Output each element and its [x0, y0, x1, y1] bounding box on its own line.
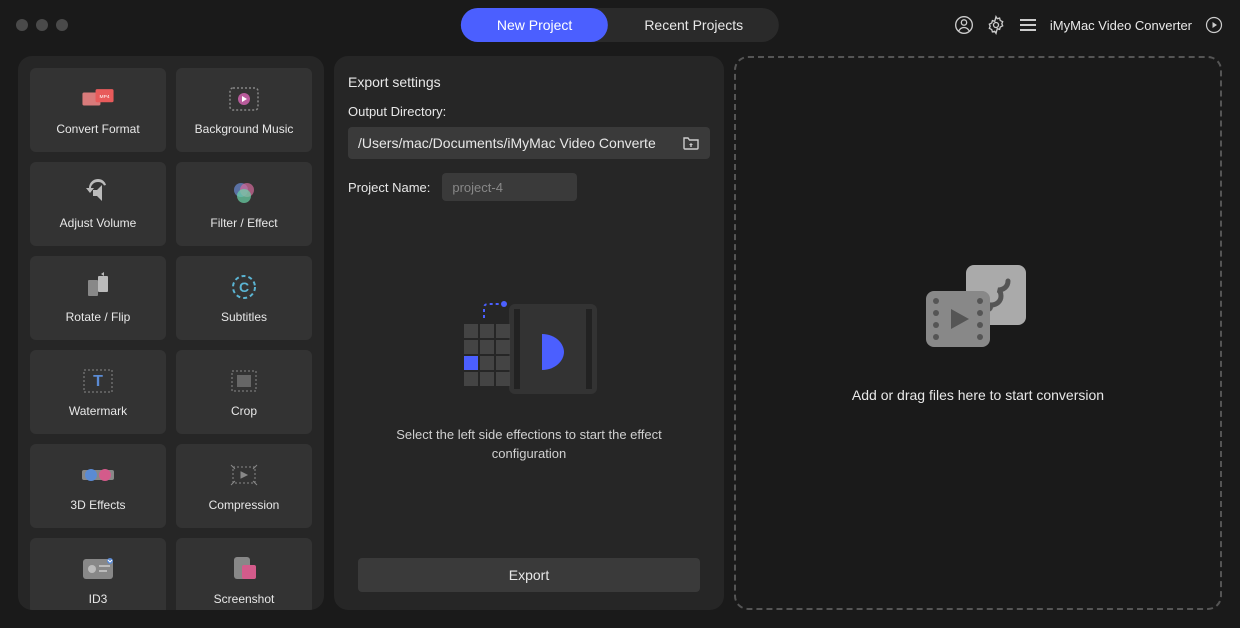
dropzone-media-icon — [918, 263, 1038, 353]
tool-label: Subtitles — [221, 310, 267, 324]
sidebar: MP4 Convert Format Background Music Adju… — [18, 56, 324, 610]
account-icon[interactable] — [954, 15, 974, 35]
tool-label: Filter / Effect — [210, 216, 277, 230]
tool-adjust-volume[interactable]: Adjust Volume — [30, 162, 166, 246]
compression-icon — [226, 460, 262, 490]
titlebar: New Project Recent Projects iMyMac Video… — [0, 0, 1240, 50]
tool-convert-format[interactable]: MP4 Convert Format — [30, 68, 166, 152]
export-button[interactable]: Export — [358, 558, 700, 592]
svg-text:MP4: MP4 — [100, 94, 110, 100]
background-music-icon — [226, 84, 262, 114]
settings-icon[interactable] — [986, 15, 1006, 35]
project-name-label: Project Name: — [348, 180, 430, 195]
tool-3d-effects[interactable]: 3D Effects — [30, 444, 166, 528]
tool-compression[interactable]: Compression — [176, 444, 312, 528]
watermark-icon: T — [80, 366, 116, 396]
output-directory-value: /Users/mac/Documents/iMyMac Video Conver… — [358, 135, 682, 151]
close-window[interactable] — [16, 19, 28, 31]
tool-subtitles[interactable]: C Subtitles — [176, 256, 312, 340]
output-directory-label: Output Directory: — [348, 104, 710, 119]
export-panel: Export settings Output Directory: /Users… — [334, 56, 724, 610]
file-dropzone[interactable]: Add or drag files here to start conversi… — [734, 56, 1222, 610]
app-title: iMyMac Video Converter — [1050, 18, 1192, 33]
tool-watermark[interactable]: T Watermark — [30, 350, 166, 434]
tool-crop[interactable]: Crop — [176, 350, 312, 434]
convert-format-icon: MP4 — [80, 84, 116, 114]
tool-label: Adjust Volume — [60, 216, 137, 230]
tool-label: Background Music — [195, 122, 294, 136]
effect-illustration-icon — [454, 296, 604, 406]
svg-text:C: C — [239, 279, 249, 295]
window-controls — [16, 19, 68, 31]
id3-icon — [80, 554, 116, 584]
export-settings-title: Export settings — [348, 74, 710, 90]
menu-icon[interactable] — [1018, 15, 1038, 35]
tab-new-project[interactable]: New Project — [461, 8, 608, 42]
subtitles-icon: C — [226, 272, 262, 302]
screenshot-icon — [226, 554, 262, 584]
tool-label: ID3 — [89, 592, 108, 606]
3d-effects-icon — [80, 460, 116, 490]
zoom-window[interactable] — [56, 19, 68, 31]
play-icon[interactable] — [1204, 15, 1224, 35]
folder-browse-icon[interactable] — [682, 135, 700, 151]
crop-icon — [226, 366, 262, 396]
tool-label: Screenshot — [214, 592, 275, 606]
main-tabs: New Project Recent Projects — [461, 8, 779, 42]
svg-text:T: T — [93, 373, 103, 390]
tab-recent-projects[interactable]: Recent Projects — [608, 8, 779, 42]
project-name-input[interactable] — [442, 173, 577, 201]
effect-placeholder: Select the left side effections to start… — [348, 201, 710, 558]
rotate-flip-icon — [80, 272, 116, 302]
output-directory-field[interactable]: /Users/mac/Documents/iMyMac Video Conver… — [348, 127, 710, 159]
tool-label: Rotate / Flip — [66, 310, 131, 324]
tool-background-music[interactable]: Background Music — [176, 68, 312, 152]
adjust-volume-icon — [80, 178, 116, 208]
tool-label: Convert Format — [56, 122, 139, 136]
tool-screenshot[interactable]: Screenshot — [176, 538, 312, 610]
tool-id3[interactable]: ID3 — [30, 538, 166, 610]
tool-label: Crop — [231, 404, 257, 418]
tool-filter-effect[interactable]: Filter / Effect — [176, 162, 312, 246]
tool-label: 3D Effects — [70, 498, 125, 512]
effect-instruction-text: Select the left side effections to start… — [389, 426, 669, 462]
tool-rotate-flip[interactable]: Rotate / Flip — [30, 256, 166, 340]
tool-label: Watermark — [69, 404, 127, 418]
tool-label: Compression — [209, 498, 280, 512]
dropzone-hint: Add or drag files here to start conversi… — [852, 387, 1104, 403]
filter-effect-icon — [226, 178, 262, 208]
minimize-window[interactable] — [36, 19, 48, 31]
title-right: iMyMac Video Converter — [954, 15, 1224, 35]
